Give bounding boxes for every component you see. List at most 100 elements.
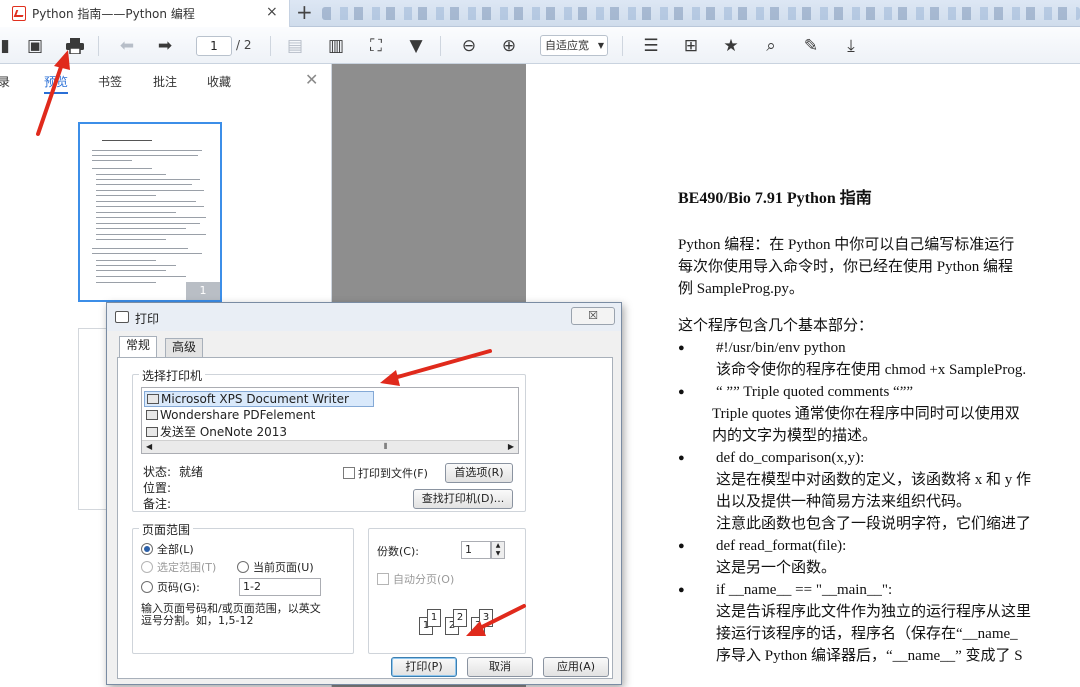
location-label: 位置: — [143, 481, 172, 495]
dialog-close-button[interactable]: ☒ — [571, 307, 615, 325]
tab-annotations[interactable]: 批注 — [153, 73, 177, 90]
print-to-file-checkbox[interactable] — [343, 467, 355, 479]
page-range-label: 页面范围 — [139, 521, 194, 538]
collate-checkbox[interactable] — [377, 573, 389, 585]
zoom-select[interactable]: 自适应宽 ▼ — [540, 35, 608, 56]
range-pages-radio[interactable] — [141, 581, 153, 593]
next-page-icon[interactable]: ➡ — [154, 35, 176, 57]
star-icon[interactable]: ★ — [720, 35, 742, 57]
taskbar-icons-strip — [322, 7, 1080, 20]
range-all-radio[interactable] — [141, 543, 153, 555]
printer-name: 发送至 OneNote 2013 — [160, 425, 288, 439]
close-icon[interactable]: ✕ — [305, 70, 318, 89]
scroll-right-icon[interactable]: ▶ — [508, 442, 514, 451]
range-selection-label: 选定范围(T) — [157, 561, 217, 574]
open-icon[interactable]: ▮ — [0, 35, 16, 57]
toolbar-divider — [98, 36, 99, 56]
print-to-file-label: 打印到文件(F) — [358, 467, 428, 480]
find-printer-button[interactable]: 查找打印机(D)... — [413, 489, 513, 509]
toolbar-divider — [622, 36, 623, 56]
fullscreen-icon[interactable]: ⛶ — [365, 35, 387, 57]
print-dialog: 打印 ☒ 常规 高级 选择打印机 Microsoft XPS Document … — [106, 302, 622, 685]
tab-advanced[interactable]: 高级 — [165, 338, 204, 357]
tab-preview[interactable]: 预览 — [44, 73, 69, 94]
single-page-icon[interactable]: ▤ — [284, 35, 306, 57]
save-icon[interactable]: ▣ — [24, 35, 46, 57]
tab-title: Python 指南——Python 编程 — [32, 7, 195, 21]
intro-line: 每次你使用导入命令时，你已经在使用 Python 编程 — [678, 259, 1014, 275]
bullet-item: #!/usr/bin/env python — [678, 337, 1080, 359]
tab-favorites[interactable]: 收藏 — [207, 73, 231, 90]
bullet-desc: 这是告诉程序此文件作为独立的运行程序从这里 — [716, 604, 1032, 620]
range-current-radio[interactable] — [237, 561, 249, 573]
search-icon[interactable]: ⌕ — [760, 35, 782, 57]
preferences-button[interactable]: 首选项(R) — [445, 463, 513, 483]
apply-button[interactable]: 应用(A) — [543, 657, 609, 677]
toolbar-divider — [270, 36, 271, 56]
printer-item[interactable]: Wondershare PDFelement — [144, 408, 315, 424]
previous-page-icon[interactable]: ⬅ — [116, 35, 138, 57]
printer-item[interactable]: Microsoft XPS Document Writer — [144, 391, 374, 407]
copies-input[interactable]: 1 — [461, 541, 491, 559]
annotate-pen-icon[interactable]: ✎ — [800, 35, 822, 57]
zoom-out-icon[interactable]: ⊖ — [458, 35, 480, 57]
range-pages-label: 页码(G): — [157, 581, 200, 594]
copies-spinner[interactable]: ▲ ▼ — [491, 541, 505, 559]
range-selection-radio — [141, 561, 153, 573]
status-label: 状态: — [143, 465, 172, 479]
printer-list[interactable]: Microsoft XPS Document Writer Wondershar… — [141, 387, 519, 454]
scroll-left-icon[interactable]: ◀ — [146, 442, 152, 451]
page-thumbnail-1[interactable]: 1 — [78, 122, 222, 302]
document-content: BE490/Bio 7.91 Python 指南 Python 编程：在 Pyt… — [678, 188, 1080, 667]
thumbnail-page-number: 1 — [186, 282, 220, 300]
scroll-thumb-grip-icon[interactable]: ⦀ — [384, 442, 388, 452]
bullet-item: if __name__ == "__main__": — [678, 579, 1080, 601]
dialog-titlebar[interactable]: 打印 ☒ — [107, 303, 621, 331]
horizontal-scrollbar[interactable]: ◀ ⦀ ▶ — [142, 440, 518, 453]
print-button[interactable]: 打印(P) — [391, 657, 457, 677]
comment-label: 备注: — [143, 497, 172, 511]
outline-list-icon[interactable]: ☰ — [640, 35, 662, 57]
page-thumbnail-2[interactable] — [78, 328, 108, 510]
bullet-item: “ ”” Triple quoted comments “”” — [678, 381, 1080, 403]
parts-intro: 这个程序包含几个基本部分： — [678, 318, 874, 334]
tab-bar: Python 指南——Python 编程 × + — [0, 0, 1080, 27]
zoom-in-icon[interactable]: ⊕ — [498, 35, 520, 57]
tab-outline[interactable]: 录 — [0, 73, 10, 90]
range-hint: 逗号分割。如，1,5-12 — [141, 614, 254, 627]
range-all-label: 全部(L) — [157, 543, 194, 556]
tab-close-button[interactable]: × — [266, 4, 278, 20]
document-title: BE490/Bio 7.91 Python 指南 — [678, 190, 872, 207]
document-tab[interactable]: Python 指南——Python 编程 × — [0, 0, 290, 27]
pages-input[interactable]: 1-2 — [239, 578, 321, 596]
new-tab-button[interactable]: + — [296, 1, 313, 23]
collate-sheet: 2 — [453, 609, 467, 627]
page-number-input[interactable]: 1 — [196, 36, 232, 56]
select-printer-label: 选择打印机 — [139, 367, 206, 384]
bookmark-icon[interactable]: ⊞ — [680, 35, 702, 57]
print-icon[interactable] — [64, 35, 86, 57]
toolbar: ▮ ▣ ⬅ ➡ 1 / 2 ▤ ▥ ⛶ ▼ ⊖ ⊕ 自适应宽 ▼ ☰ ⊞ ★ ⌕… — [0, 27, 1080, 64]
range-current-label: 当前页面(U) — [253, 561, 314, 574]
status-value: 就绪 — [179, 465, 204, 479]
bullet-desc: 这是另一个函数。 — [716, 560, 837, 576]
tab-bookmarks[interactable]: 书签 — [98, 73, 122, 90]
printer-item[interactable]: 发送至 OneNote 2013 — [144, 425, 287, 441]
intro-line: 例 SampleProg.py。 — [678, 281, 804, 297]
pdf-icon — [12, 6, 26, 21]
tab-general[interactable]: 常规 — [119, 336, 158, 358]
bullet-desc: 内的文字为模型的描述。 — [712, 428, 878, 444]
bullet-desc: 序导入 Python 编译器后，“__name__” 变成了 S — [716, 648, 1023, 664]
cancel-button[interactable]: 取消 — [467, 657, 533, 677]
printer-name: Microsoft XPS Document Writer — [161, 392, 349, 406]
general-panel: 选择打印机 Microsoft XPS Document Writer Wond… — [117, 357, 613, 679]
dialog-title: 打印 — [135, 312, 160, 326]
bullet-desc: 注意此函数也包含了一段说明字符，它们缩进了 — [716, 516, 1032, 532]
printer-icon — [146, 427, 158, 437]
bullet-item: def read_format(file): — [678, 535, 1080, 557]
two-page-icon[interactable]: ▥ — [325, 35, 347, 57]
select-printer-group: 选择打印机 Microsoft XPS Document Writer Wond… — [132, 367, 526, 512]
toolbar-divider — [440, 36, 441, 56]
fit-page-icon[interactable]: ▼ — [405, 35, 427, 57]
download-icon[interactable]: ⤓ — [840, 35, 862, 57]
